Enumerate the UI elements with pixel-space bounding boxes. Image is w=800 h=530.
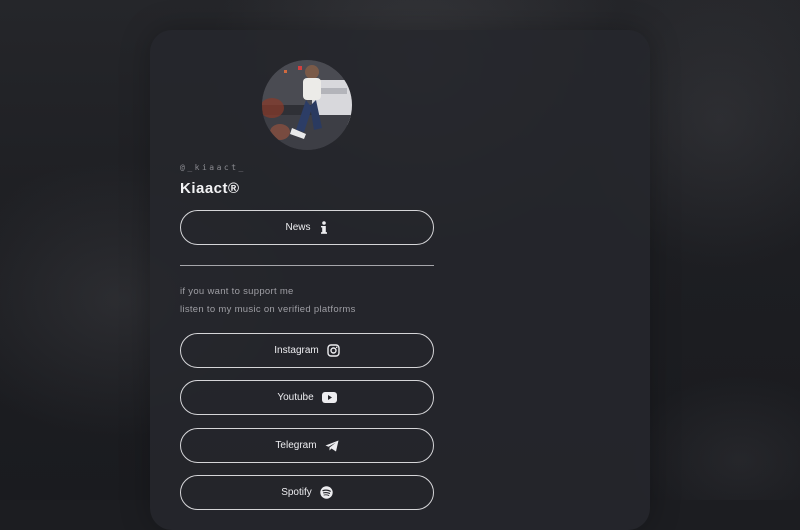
youtube-button-label: Youtube: [277, 392, 314, 403]
instagram-button-label: Instagram: [274, 345, 319, 356]
profile-name: Kiaact®: [180, 180, 240, 197]
instagram-button[interactable]: Instagram: [180, 333, 434, 368]
profile-handle: @_kiaact_: [180, 163, 246, 172]
avatar-photo: [262, 60, 352, 150]
support-text-line-1: if you want to support me: [180, 286, 294, 297]
news-button-label: News: [285, 222, 311, 233]
youtube-icon: [321, 392, 337, 403]
avatar: [262, 60, 352, 150]
telegram-icon: [325, 440, 339, 452]
support-text-line-2: listen to my music on verified platforms: [180, 304, 356, 315]
telegram-button[interactable]: Telegram: [180, 428, 434, 463]
spotify-icon: [320, 486, 333, 499]
news-button[interactable]: News: [180, 210, 434, 245]
instagram-icon: [327, 344, 340, 357]
info-icon: [319, 220, 329, 235]
section-divider: [180, 265, 434, 266]
spotify-button[interactable]: Spotify: [180, 475, 434, 510]
telegram-button-label: Telegram: [275, 440, 317, 451]
profile-card: @_kiaact_ Kiaact® News if you want to su…: [150, 30, 650, 530]
youtube-button[interactable]: Youtube: [180, 380, 434, 415]
spotify-button-label: Spotify: [281, 487, 312, 498]
